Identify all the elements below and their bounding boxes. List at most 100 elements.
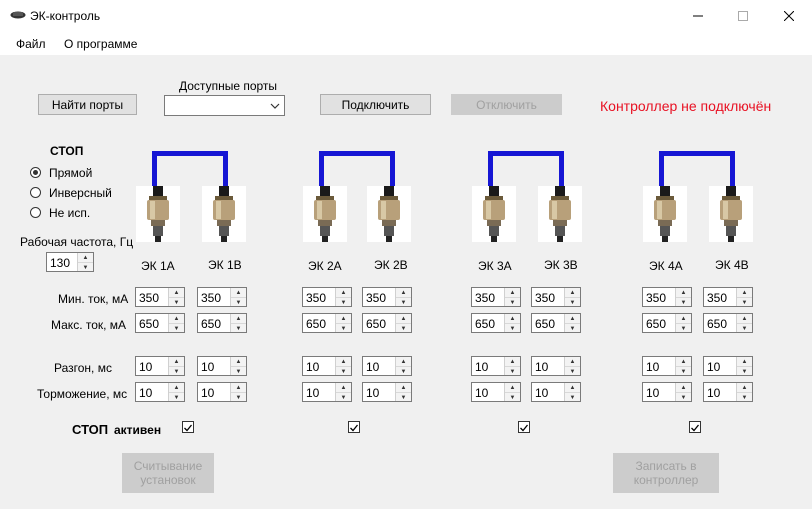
spin-down-icon[interactable]: ▼ xyxy=(336,323,351,333)
spin-down-icon[interactable]: ▼ xyxy=(231,392,246,402)
spinner-buttons[interactable]: ▲ ▼ xyxy=(395,288,411,306)
spin-up-icon[interactable]: ▲ xyxy=(78,253,93,262)
accel-2b[interactable]: 10 ▲ ▼ xyxy=(362,356,412,376)
brake-3a[interactable]: 10 ▲ ▼ xyxy=(471,382,521,402)
read-settings-button[interactable]: Считывание установок xyxy=(122,453,214,493)
spin-up-icon[interactable]: ▲ xyxy=(231,357,246,366)
spin-down-icon[interactable]: ▼ xyxy=(78,262,93,272)
spinner-buttons[interactable]: ▲ ▼ xyxy=(675,314,691,332)
spin-up-icon[interactable]: ▲ xyxy=(396,357,411,366)
spin-up-icon[interactable]: ▲ xyxy=(336,357,351,366)
spin-up-icon[interactable]: ▲ xyxy=(676,288,691,297)
spinner-buttons[interactable]: ▲ ▼ xyxy=(564,383,580,401)
accel-3a[interactable]: 10 ▲ ▼ xyxy=(471,356,521,376)
spin-down-icon[interactable]: ▼ xyxy=(565,323,580,333)
connect-button[interactable]: Подключить xyxy=(320,94,431,115)
max-current-4b[interactable]: 650 ▲ ▼ xyxy=(703,313,753,333)
frequency-spinner[interactable]: ▲ ▼ xyxy=(77,253,93,271)
spin-up-icon[interactable]: ▲ xyxy=(169,314,184,323)
spin-down-icon[interactable]: ▼ xyxy=(505,323,520,333)
spin-down-icon[interactable]: ▼ xyxy=(737,366,752,376)
spinner-buttons[interactable]: ▲ ▼ xyxy=(168,357,184,375)
spin-up-icon[interactable]: ▲ xyxy=(676,314,691,323)
spinner-buttons[interactable]: ▲ ▼ xyxy=(335,357,351,375)
brake-1b[interactable]: 10 ▲ ▼ xyxy=(197,382,247,402)
spin-down-icon[interactable]: ▼ xyxy=(169,366,184,376)
spinner-buttons[interactable]: ▲ ▼ xyxy=(564,314,580,332)
accel-1b[interactable]: 10 ▲ ▼ xyxy=(197,356,247,376)
brake-1a[interactable]: 10 ▲ ▼ xyxy=(135,382,185,402)
spinner-buttons[interactable]: ▲ ▼ xyxy=(504,383,520,401)
spin-down-icon[interactable]: ▼ xyxy=(565,297,580,307)
min-current-2a[interactable]: 350 ▲ ▼ xyxy=(302,287,352,307)
spin-down-icon[interactable]: ▼ xyxy=(676,297,691,307)
spin-up-icon[interactable]: ▲ xyxy=(565,383,580,392)
maximize-button[interactable] xyxy=(720,0,766,31)
spin-down-icon[interactable]: ▼ xyxy=(676,323,691,333)
spin-up-icon[interactable]: ▲ xyxy=(565,314,580,323)
spin-down-icon[interactable]: ▼ xyxy=(396,392,411,402)
minimize-button[interactable] xyxy=(675,0,721,31)
spinner-buttons[interactable]: ▲ ▼ xyxy=(230,314,246,332)
find-ports-button[interactable]: Найти порты xyxy=(38,94,137,115)
spin-up-icon[interactable]: ▲ xyxy=(396,288,411,297)
spin-up-icon[interactable]: ▲ xyxy=(169,383,184,392)
spin-down-icon[interactable]: ▼ xyxy=(737,392,752,402)
spin-down-icon[interactable]: ▼ xyxy=(737,297,752,307)
spinner-buttons[interactable]: ▲ ▼ xyxy=(736,314,752,332)
spin-down-icon[interactable]: ▼ xyxy=(676,366,691,376)
min-current-3a[interactable]: 350 ▲ ▼ xyxy=(471,287,521,307)
spinner-buttons[interactable]: ▲ ▼ xyxy=(168,314,184,332)
min-current-2b[interactable]: 350 ▲ ▼ xyxy=(362,287,412,307)
accel-4a[interactable]: 10 ▲ ▼ xyxy=(642,356,692,376)
spinner-buttons[interactable]: ▲ ▼ xyxy=(504,357,520,375)
spin-up-icon[interactable]: ▲ xyxy=(505,314,520,323)
max-current-3a[interactable]: 650 ▲ ▼ xyxy=(471,313,521,333)
radio-inverse[interactable] xyxy=(30,187,41,198)
max-current-1a[interactable]: 650 ▲ ▼ xyxy=(135,313,185,333)
spinner-buttons[interactable]: ▲ ▼ xyxy=(168,383,184,401)
spin-up-icon[interactable]: ▲ xyxy=(396,314,411,323)
spinner-buttons[interactable]: ▲ ▼ xyxy=(230,383,246,401)
spin-down-icon[interactable]: ▼ xyxy=(336,297,351,307)
max-current-1b[interactable]: 650 ▲ ▼ xyxy=(197,313,247,333)
accel-2a[interactable]: 10 ▲ ▼ xyxy=(302,356,352,376)
spin-up-icon[interactable]: ▲ xyxy=(505,357,520,366)
accel-1a[interactable]: 10 ▲ ▼ xyxy=(135,356,185,376)
menu-about[interactable]: О программе xyxy=(64,37,137,51)
spin-up-icon[interactable]: ▲ xyxy=(737,383,752,392)
spinner-buttons[interactable]: ▲ ▼ xyxy=(564,357,580,375)
spinner-buttons[interactable]: ▲ ▼ xyxy=(736,357,752,375)
spin-down-icon[interactable]: ▼ xyxy=(505,366,520,376)
spinner-buttons[interactable]: ▲ ▼ xyxy=(230,357,246,375)
spin-down-icon[interactable]: ▼ xyxy=(676,392,691,402)
spin-down-icon[interactable]: ▼ xyxy=(396,366,411,376)
max-current-2a[interactable]: 650 ▲ ▼ xyxy=(302,313,352,333)
spinner-buttons[interactable]: ▲ ▼ xyxy=(675,288,691,306)
spin-up-icon[interactable]: ▲ xyxy=(169,288,184,297)
spin-up-icon[interactable]: ▲ xyxy=(565,288,580,297)
spin-up-icon[interactable]: ▲ xyxy=(505,288,520,297)
spin-up-icon[interactable]: ▲ xyxy=(231,314,246,323)
write-controller-button[interactable]: Записать в контроллер xyxy=(613,453,719,493)
radio-direct[interactable] xyxy=(30,167,41,178)
stop-active-checkbox-3[interactable] xyxy=(518,421,530,433)
min-current-3b[interactable]: 350 ▲ ▼ xyxy=(531,287,581,307)
spin-up-icon[interactable]: ▲ xyxy=(737,314,752,323)
spinner-buttons[interactable]: ▲ ▼ xyxy=(675,383,691,401)
spin-up-icon[interactable]: ▲ xyxy=(336,314,351,323)
min-current-4a[interactable]: 350 ▲ ▼ xyxy=(642,287,692,307)
spinner-buttons[interactable]: ▲ ▼ xyxy=(504,314,520,332)
max-current-4a[interactable]: 650 ▲ ▼ xyxy=(642,313,692,333)
spinner-buttons[interactable]: ▲ ▼ xyxy=(564,288,580,306)
spinner-buttons[interactable]: ▲ ▼ xyxy=(395,314,411,332)
spin-up-icon[interactable]: ▲ xyxy=(336,288,351,297)
brake-4b[interactable]: 10 ▲ ▼ xyxy=(703,382,753,402)
spinner-buttons[interactable]: ▲ ▼ xyxy=(395,383,411,401)
max-current-2b[interactable]: 650 ▲ ▼ xyxy=(362,313,412,333)
accel-3b[interactable]: 10 ▲ ▼ xyxy=(531,356,581,376)
spin-down-icon[interactable]: ▼ xyxy=(505,392,520,402)
spin-up-icon[interactable]: ▲ xyxy=(565,357,580,366)
min-current-4b[interactable]: 350 ▲ ▼ xyxy=(703,287,753,307)
spin-down-icon[interactable]: ▼ xyxy=(231,323,246,333)
